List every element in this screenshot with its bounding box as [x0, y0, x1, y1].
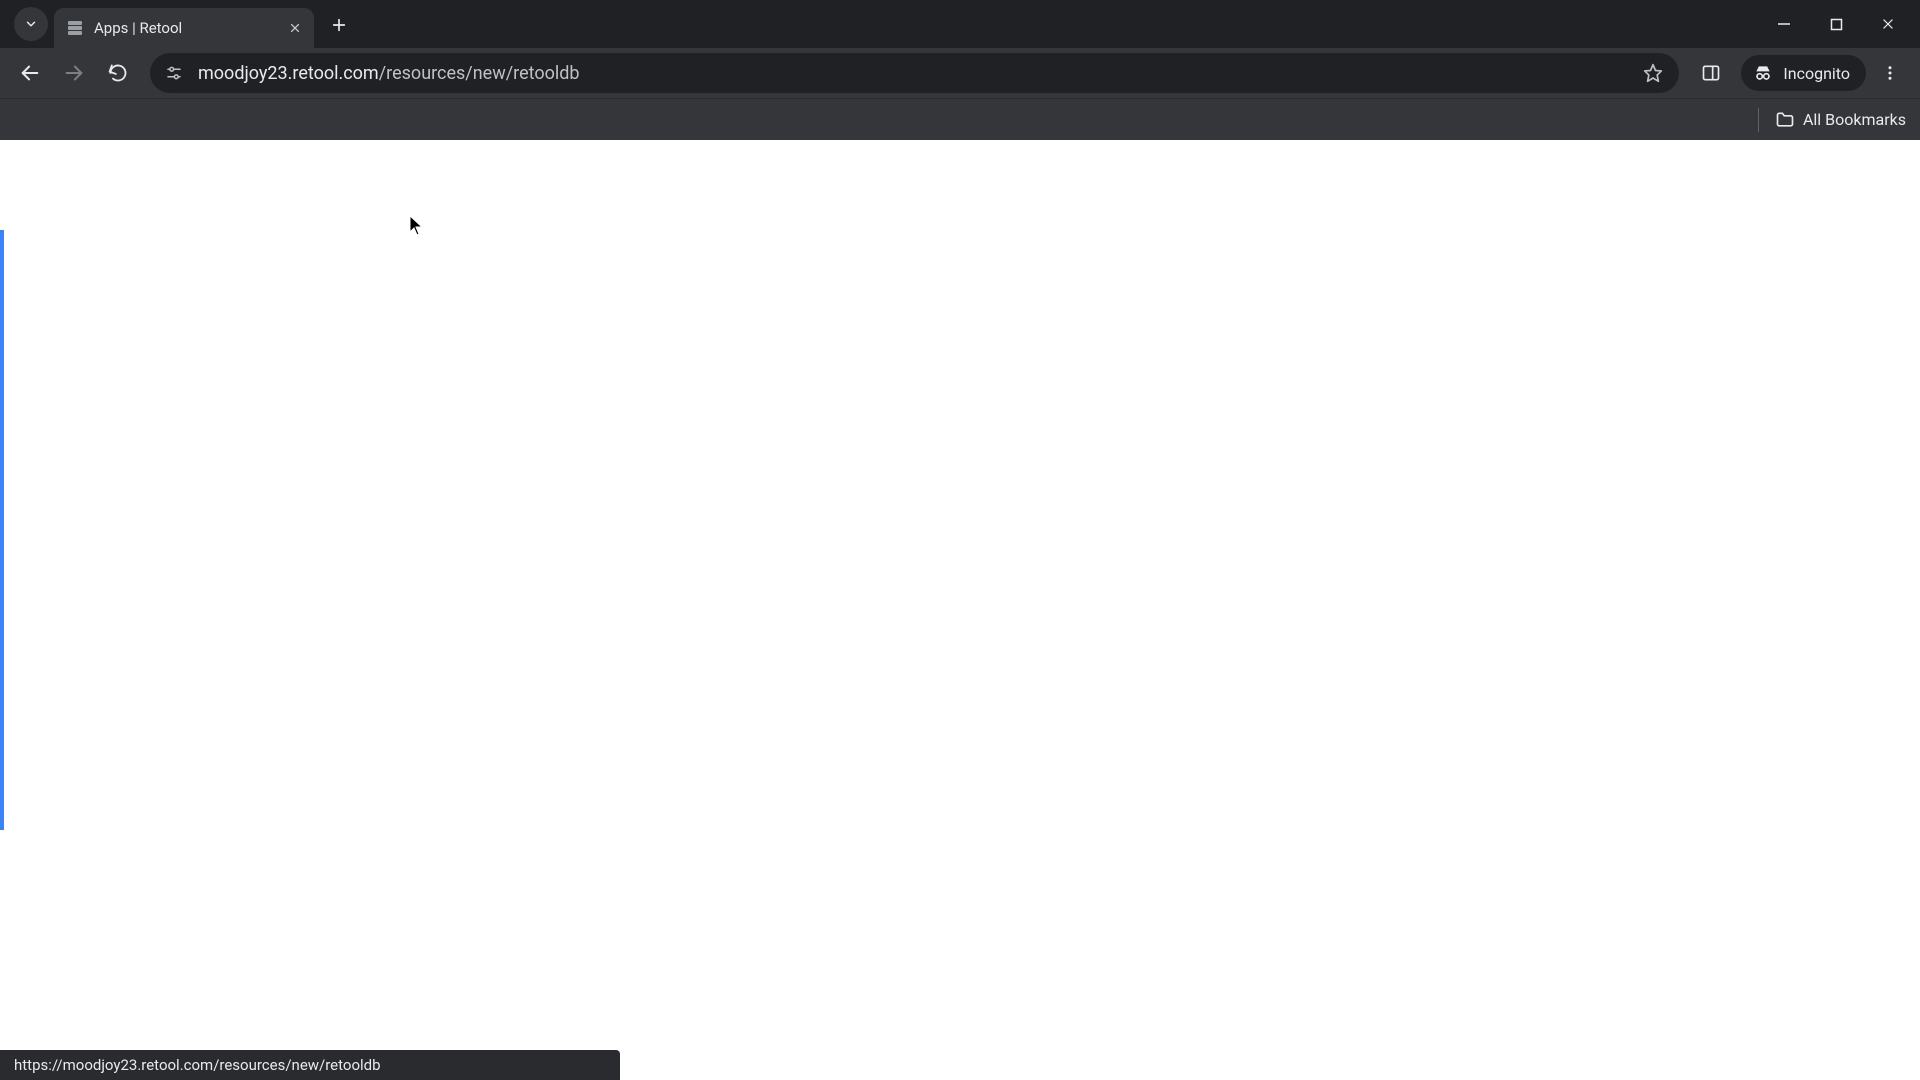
close-icon [1881, 17, 1895, 31]
all-bookmarks-label: All Bookmarks [1803, 110, 1906, 129]
arrow-left-icon [19, 62, 41, 84]
dots-vertical-icon [1881, 64, 1899, 82]
url-path: /resources/new/retooldb [379, 63, 580, 84]
bookmark-button[interactable] [1639, 59, 1667, 87]
tune-icon [165, 64, 183, 82]
address-bar[interactable]: moodjoy23.retool.com/resources/new/retoo… [150, 53, 1679, 93]
page-content [0, 140, 1920, 1080]
site-info-button[interactable] [162, 61, 186, 85]
incognito-icon [1753, 63, 1773, 83]
forward-button[interactable] [54, 53, 94, 93]
tab-close-button[interactable] [286, 19, 304, 37]
side-panel-icon [1701, 63, 1721, 83]
side-panel-button[interactable] [1691, 53, 1731, 93]
maximize-button[interactable] [1810, 4, 1862, 44]
all-bookmarks-button[interactable]: All Bookmarks [1775, 110, 1906, 130]
close-icon [289, 22, 301, 34]
reload-icon [108, 63, 128, 83]
folder-icon [1775, 110, 1795, 130]
browser-tab[interactable]: Apps | Retool [54, 8, 314, 48]
retool-favicon-icon [66, 19, 84, 37]
window-controls [1758, 0, 1920, 48]
status-bar: https://moodjoy23.retool.com/resources/n… [0, 1050, 620, 1080]
tab-search-button[interactable] [14, 7, 48, 41]
loading-accent-bar [0, 230, 4, 830]
tab-strip: Apps | Retool [0, 0, 1920, 48]
back-button[interactable] [10, 53, 50, 93]
incognito-chip[interactable]: Incognito [1741, 55, 1866, 91]
chevron-down-icon [24, 17, 38, 31]
url-host: moodjoy23.retool.com [198, 63, 379, 84]
minimize-button[interactable] [1758, 4, 1810, 44]
tab-title: Apps | Retool [94, 19, 276, 37]
arrow-right-icon [63, 62, 85, 84]
divider [1758, 108, 1759, 132]
maximize-icon [1830, 18, 1843, 31]
star-icon [1643, 63, 1663, 83]
window-close-button[interactable] [1862, 4, 1914, 44]
status-url: https://moodjoy23.retool.com/resources/n… [14, 1056, 381, 1074]
new-tab-button[interactable] [324, 10, 354, 40]
bookmarks-bar: All Bookmarks [0, 98, 1920, 140]
reload-button[interactable] [98, 53, 138, 93]
plus-icon [331, 17, 347, 33]
url-text: moodjoy23.retool.com/resources/new/retoo… [198, 63, 1627, 84]
minimize-icon [1777, 17, 1791, 31]
incognito-label: Incognito [1783, 64, 1850, 83]
browser-toolbar: moodjoy23.retool.com/resources/new/retoo… [0, 48, 1920, 98]
chrome-menu-button[interactable] [1870, 53, 1910, 93]
mouse-cursor-icon [410, 216, 424, 236]
